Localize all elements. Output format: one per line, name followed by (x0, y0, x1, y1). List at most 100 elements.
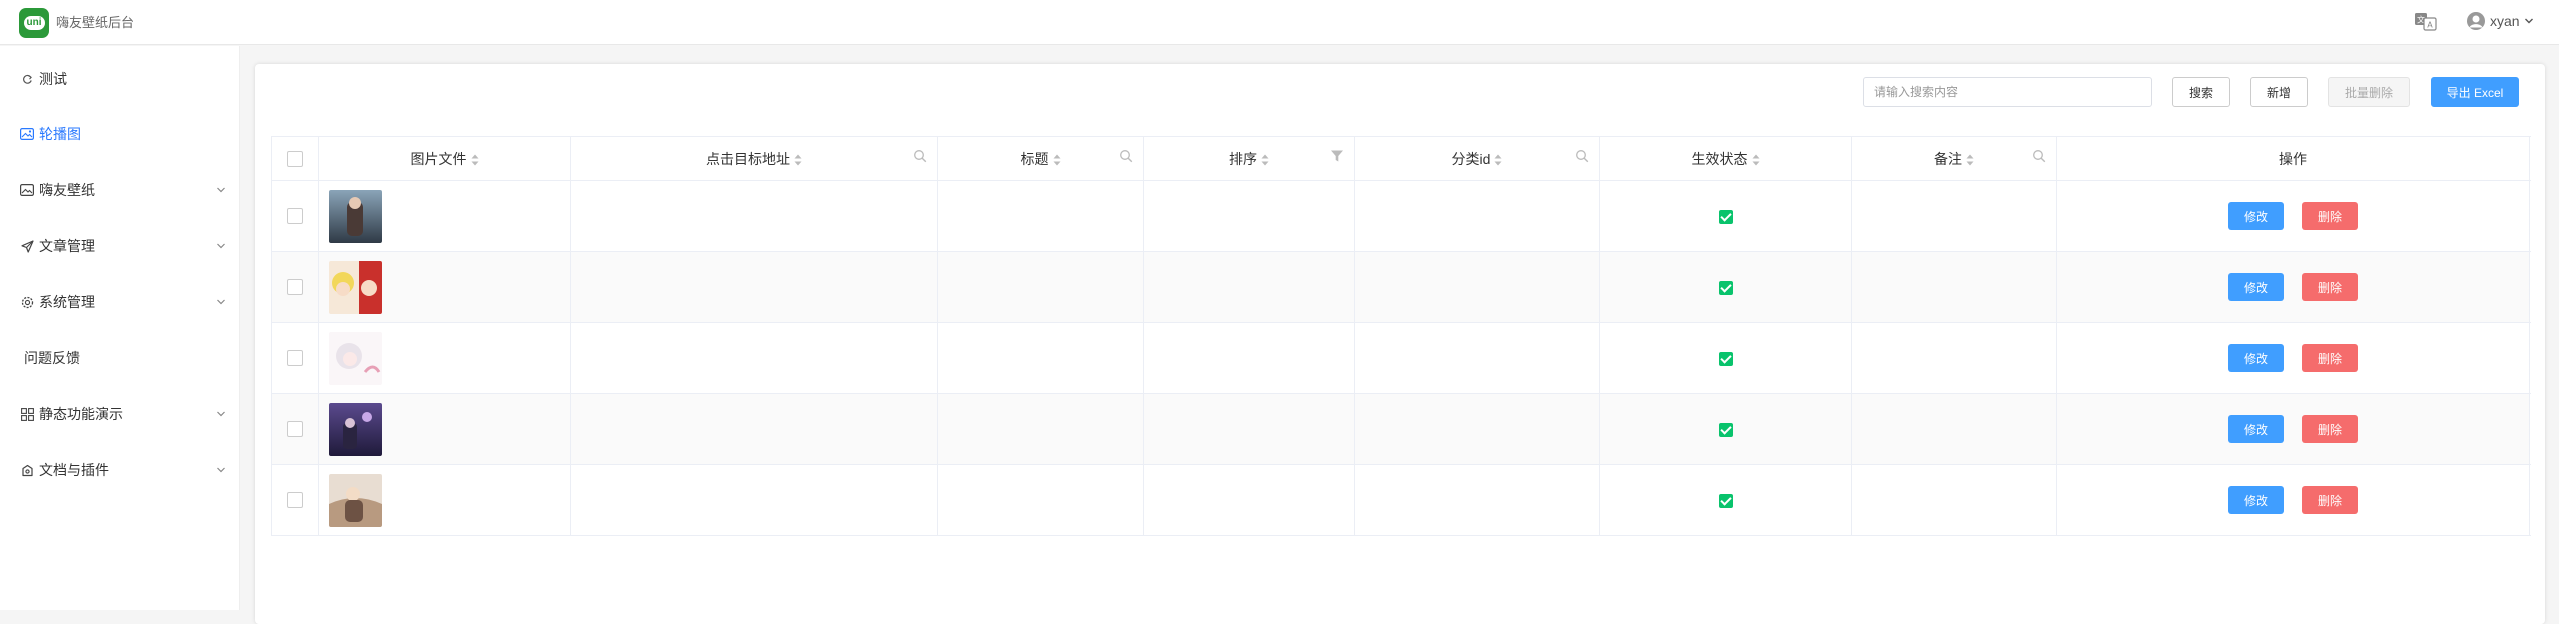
search-icon[interactable] (913, 149, 927, 163)
chevron-down-icon (2524, 18, 2533, 24)
sidebar-item-feedback[interactable]: 问题反馈 (0, 338, 240, 378)
chevron-down-icon (217, 187, 225, 193)
search-icon[interactable] (2032, 149, 2046, 163)
app-logo[interactable]: uni (19, 8, 49, 38)
column-header-title[interactable]: 标题 (937, 136, 1144, 181)
row-checkbox[interactable] (287, 350, 303, 367)
title-cell (937, 393, 1144, 465)
data-table: 图片文件 点击目标地址 标题 排序 分类id 生效状态 备注 操作 修改 删除 … (271, 136, 2530, 536)
chevron-down-icon (217, 411, 225, 417)
thumbnail-image[interactable] (329, 402, 382, 456)
sort-icon[interactable] (1053, 154, 1061, 166)
status-cell (1599, 464, 1852, 536)
refresh-icon (20, 72, 34, 86)
column-label: 标题 (1020, 150, 1049, 167)
thumbnail-image[interactable] (329, 473, 382, 527)
sidebar-item-static-demo[interactable]: 静态功能演示 (0, 394, 240, 434)
title-cell (937, 464, 1144, 536)
edit-button[interactable]: 修改 (2228, 486, 2284, 514)
edit-button[interactable]: 修改 (2228, 415, 2284, 443)
sort-icon[interactable] (1494, 154, 1502, 166)
export-excel-button[interactable]: 导出 Excel (2431, 77, 2519, 107)
column-header-status[interactable]: 生效状态 (1599, 136, 1852, 181)
column-header-category-id[interactable]: 分类id (1354, 136, 1600, 181)
sort-icon[interactable] (1752, 154, 1760, 166)
image-cell (318, 464, 571, 536)
gear-icon (20, 295, 34, 309)
row-select-cell (271, 393, 319, 465)
edit-button[interactable]: 修改 (2228, 202, 2284, 230)
batch-delete-button[interactable]: 批量删除 (2328, 77, 2410, 107)
svg-text:A: A (2427, 21, 2433, 30)
url-cell (570, 322, 938, 394)
row-select-cell (271, 464, 319, 536)
row-checkbox[interactable] (287, 279, 303, 296)
grid-icon (20, 407, 34, 421)
select-all-cell (271, 136, 319, 181)
status-checked-icon (1718, 280, 1733, 295)
filter-icon[interactable] (1330, 149, 1344, 163)
row-checkbox[interactable] (287, 421, 303, 438)
sort-icon[interactable] (1966, 154, 1974, 166)
remark-cell (1851, 464, 2057, 536)
sort-icon[interactable] (1261, 154, 1269, 166)
search-button[interactable]: 搜索 (2172, 77, 2230, 107)
thumbnail-image[interactable] (329, 189, 382, 243)
sidebar-item-test[interactable]: 测试 (0, 59, 240, 99)
column-header-sort[interactable]: 排序 (1143, 136, 1355, 181)
table-row: 修改 删除 (271, 251, 2530, 323)
delete-button[interactable]: 删除 (2302, 273, 2358, 301)
delete-button[interactable]: 删除 (2302, 344, 2358, 372)
column-label: 点击目标地址 (706, 150, 790, 167)
thumbnail-image[interactable] (329, 260, 382, 314)
row-checkbox[interactable] (287, 492, 303, 509)
sidebar-item-wallpaper[interactable]: 嗨友壁纸 (0, 170, 240, 210)
row-select-cell (271, 322, 319, 394)
url-cell (570, 464, 938, 536)
sort-cell (1143, 322, 1355, 394)
remark-cell (1851, 322, 2057, 394)
column-header-remark[interactable]: 备注 (1851, 136, 2057, 181)
sidebar-item-articles[interactable]: 文章管理 (0, 226, 240, 266)
row-checkbox[interactable] (287, 208, 303, 225)
sidebar-item-label: 静态功能演示 (39, 406, 123, 422)
actions-cell: 修改 删除 (2056, 464, 2530, 536)
column-header-image[interactable]: 图片文件 (318, 136, 571, 181)
column-label: 备注 (1934, 150, 1962, 167)
select-all-checkbox[interactable] (287, 151, 303, 168)
user-menu[interactable]: xyan (2466, 10, 2534, 32)
sidebar-item-system[interactable]: 系统管理 (0, 282, 240, 322)
row-select-cell (271, 251, 319, 323)
remark-cell (1851, 251, 2057, 323)
status-checked-icon (1718, 422, 1733, 437)
add-button[interactable]: 新增 (2250, 77, 2308, 107)
sort-icon[interactable] (794, 154, 802, 166)
delete-button[interactable]: 删除 (2302, 486, 2358, 514)
search-icon[interactable] (1119, 149, 1133, 163)
chevron-down-icon (217, 299, 225, 305)
sidebar-item-carousel[interactable]: 轮播图 (0, 114, 240, 154)
sidebar-item-docs-plugins[interactable]: 文档与插件 (0, 450, 240, 490)
image-cell (318, 251, 571, 323)
search-icon[interactable] (1575, 149, 1589, 163)
column-label: 排序 (1229, 150, 1257, 167)
search-input[interactable] (1863, 77, 2152, 107)
image-cell (318, 322, 571, 394)
url-cell (570, 180, 938, 252)
table-row: 修改 删除 (271, 464, 2530, 536)
column-header-url[interactable]: 点击目标地址 (570, 136, 938, 181)
edit-button[interactable]: 修改 (2228, 344, 2284, 372)
category-id-cell (1354, 322, 1600, 394)
edit-button[interactable]: 修改 (2228, 273, 2284, 301)
sort-icon[interactable] (471, 154, 479, 166)
translate-icon[interactable]: 文 A (2414, 10, 2438, 32)
delete-button[interactable]: 删除 (2302, 202, 2358, 230)
actions-cell: 修改 删除 (2056, 393, 2530, 465)
main-panel: 搜索 新增 批量删除 导出 Excel 图片文件 点击目标地址 标题 排序 分类… (255, 64, 2545, 624)
sort-cell (1143, 180, 1355, 252)
sort-cell (1143, 251, 1355, 323)
delete-button[interactable]: 删除 (2302, 415, 2358, 443)
picture-icon (20, 183, 34, 197)
user-avatar-icon (2467, 12, 2485, 30)
thumbnail-image[interactable] (329, 331, 382, 385)
